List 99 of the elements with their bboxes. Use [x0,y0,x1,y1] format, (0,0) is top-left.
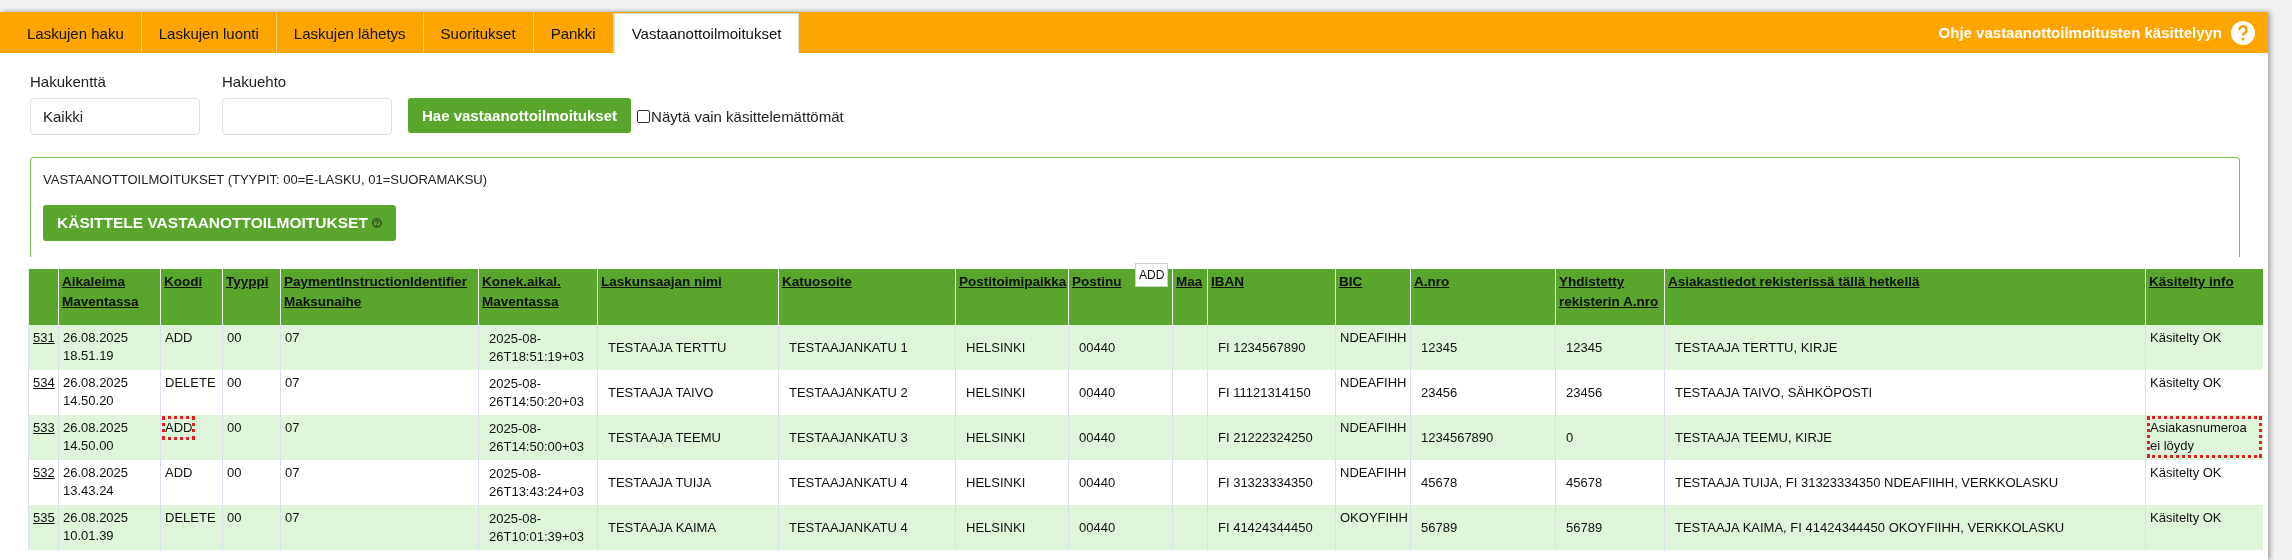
table-cell-text: 45678 [1565,473,1604,492]
column-header[interactable]: Asiakastiedot rekisterissä tällä hetkellä [1664,269,2146,325]
table-cell-text: TESTAAJA TAIVO [607,383,715,402]
table-cell-text: 2025-08-26T14:50:20+03 [488,374,586,411]
table-cell-text: 26.08.2025 14.50.00 [62,419,130,455]
column-header[interactable]: Yhdistetty rekisterin A.nro [1555,269,1665,325]
table-cell-text: TESTAAJA TEEMU, KIRJE [1674,428,1833,447]
table-cell-text: 07 [284,509,301,527]
table-cell-text: TESTAAJA KAIMA [607,518,718,537]
table-cell-text: 12345 [1565,338,1604,357]
table-cell-text: 2025-08-26T18:51:19+03 [488,329,586,366]
column-header[interactable]: BIC [1335,269,1411,325]
table-cell-text: 00440 [1078,383,1117,402]
table-cell-text: 00 [226,509,243,527]
table-cell-text: FI 1234567890 [1217,338,1307,357]
table-cell-text: 00440 [1078,428,1117,447]
table-cell-text: 00 [226,419,243,437]
column-header[interactable]: PaymentInstructionIdentifier Maksunaihe [280,269,479,325]
column-header[interactable]: A.nro [1410,269,1556,325]
row-link[interactable]: 534 [33,375,55,390]
table-cell-text: TESTAAJA KAIMA, FI 41424344450 OKOYFIIHH, VERKKOLASKU [1674,518,2066,537]
table-cell-text: NDEAFIHH [1339,329,1408,347]
table-cell-text: 26.08.2025 14.50.20 [62,374,130,410]
table-cell-text: TESTAAJANKATU 3 [788,428,909,447]
column-header[interactable]: Aikaleima Maventassa [58,269,161,325]
table-cell-text: FI 41424344450 [1217,518,1314,537]
table-cell-text: 26.08.2025 10.01.39 [62,509,130,545]
table-cell-text: TESTAAJA TERTTU, KIRJE [1674,338,1839,357]
table-cell-text: 26.08.2025 13.43.24 [62,464,130,500]
panel-title: VASTAANOTTOILMOITUKSET (TYYPIT: 00=E-LASKU, 01=SUORAMAKSU) [43,172,488,187]
table-cell-text: 23456 [1565,383,1604,402]
table-cell-text: Käsitelty OK [2149,464,2223,482]
table-cell-text: ADD [164,464,194,482]
table-cell-text: TESTAAJA TERTTU [607,338,728,357]
table-cell-text: TESTAAJA TAIVO, SÄHKÖPOSTI [1674,383,1874,402]
table-cell-text: 07 [284,464,301,482]
table-cell-text: TESTAAJANKATU 1 [788,338,909,357]
table-cell-text: 2025-08-26T10:01:39+03 [488,509,586,546]
table-cell-text: TESTAAJA TUIJA, FI 31323334350 NDEAFIIHH, VERKKOLASKU [1674,473,2060,492]
table-cell-text: 26.08.2025 18.51.19 [62,329,130,365]
table-cell-text: FI 21222324250 [1217,428,1314,447]
table-cell-text: 07 [284,329,301,347]
table-cell-text: 2025-08-26T14:50:00+03 [488,419,586,456]
table-cell-text: 56789 [1565,518,1604,537]
table-cell-text: 12345 [1420,338,1459,357]
column-header[interactable]: Koodi [160,269,223,325]
tooltip: ADD [1135,263,1169,287]
table-cell: Asiakasnumeroa ei löydy [2147,416,2262,458]
table-cell-text: 07 [284,419,301,437]
table-cell-text: HELSINKI [965,338,1027,357]
column-header[interactable]: Tyyppi [222,269,281,325]
table-cell-text: 00440 [1078,338,1117,357]
table-cell-text: FI 11121314150 [1217,383,1312,402]
table-cell-text: 07 [284,374,301,392]
column-header[interactable]: Laskunsaajan nimi [597,269,779,325]
table-cell-text: 56789 [1420,518,1459,537]
column-header[interactable]: Käsitelty info [2145,269,2263,325]
row-link[interactable]: 532 [33,465,55,480]
table-cell-text: DELETE [164,374,217,392]
table-cell-text: 00 [226,464,243,482]
table-cell-text: 45678 [1420,473,1459,492]
table-cell-text: DELETE [164,509,217,527]
table-cell-text: HELSINKI [965,473,1027,492]
table-cell-text: FI 31323334350 [1217,473,1314,492]
table-cell-text: 00 [226,374,243,392]
table-cell-text: TESTAAJA TUIJA [607,473,713,492]
table-cell-text: OKOYFIHH [1339,509,1409,527]
table-cell-text: TESTAAJANKATU 4 [788,518,909,537]
table-cell-text: 00440 [1078,473,1117,492]
table-cell-text: Käsitelty OK [2149,509,2223,527]
table-cell-text: TESTAAJANKATU 4 [788,473,909,492]
table-cell-text: ADD [164,329,194,347]
column-header[interactable]: Postitoimipaikka [955,269,1069,325]
search-field-select[interactable]: Kaikki [30,98,200,135]
column-header[interactable]: Maa [1172,269,1208,325]
table-cell-text: HELSINKI [965,383,1027,402]
column-header[interactable]: Katuosoite [778,269,956,325]
table-cell-text: HELSINKI [965,428,1027,447]
table-cell-text: 00 [226,329,243,347]
table-cell-text: TESTAAJANKATU 2 [788,383,909,402]
table-cell-text: Käsitelty OK [2149,329,2223,347]
field-label: Hakukenttä [30,73,107,90]
table-cell-text: NDEAFIHH [1339,374,1408,392]
table-cell-text: 23456 [1420,383,1459,402]
table-cell-text: 00440 [1078,518,1117,537]
table-cell-text: 1234567890 [1420,428,1495,447]
tab[interactable]: Vastaanottoilmoitukset [613,13,800,53]
table-cell-text: TESTAAJA TEEMU [607,428,722,447]
table-cell-text: 0 [1565,428,1575,447]
table-cell-text: NDEAFIHH [1339,419,1408,437]
table-cell: ADD [162,416,196,440]
unprocessed-only-checkbox[interactable]: Näytä vain käsittelemättömät [637,108,844,125]
table-cell-text: Käsitelty OK [2149,374,2223,392]
table-cell-text: NDEAFIHH [1339,464,1408,482]
table-cell-text: HELSINKI [965,518,1027,537]
column-header[interactable]: IBAN [1207,269,1336,325]
field-label: Hakuehto [222,73,288,90]
table-cell-text: 2025-08-26T13:43:24+03 [488,464,586,501]
column-header[interactable]: Konek.aikal. Maventassa [478,269,598,325]
